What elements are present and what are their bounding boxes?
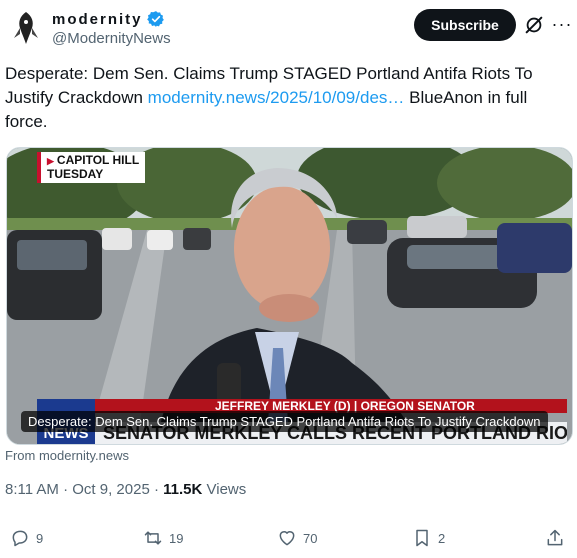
video-media[interactable]: ▶ CAPITOL HILL TUESDAY NEWS JEFFREY MERKL…: [6, 147, 573, 445]
location-line-1: CAPITOL HILL: [56, 153, 140, 167]
repost-count: 19: [169, 530, 184, 546]
reply-button[interactable]: 9: [10, 528, 43, 548]
repost-button[interactable]: 19: [143, 528, 183, 548]
repost-icon: [144, 531, 162, 545]
tweet-text: Desperate: Dem Sen. Claims Trump STAGED …: [5, 62, 565, 134]
share-button[interactable]: [545, 528, 565, 548]
action-bar: 9 19 70 2: [0, 528, 577, 554]
views-count: 11.5K: [163, 481, 203, 498]
views-label: Views: [202, 481, 247, 498]
card-source[interactable]: From modernity.news: [5, 448, 129, 463]
location-tag: ▶ CAPITOL HILL TUESDAY: [37, 152, 146, 183]
display-name[interactable]: modernity: [52, 11, 143, 28]
bookmark-icon: [416, 529, 428, 547]
media-caption: Desperate: Dem Sen. Claims Trump STAGED …: [21, 411, 548, 432]
more-options-icon[interactable]: ···: [552, 12, 572, 36]
bookmark-button[interactable]: 2: [412, 528, 445, 548]
verified-badge-icon: [146, 11, 164, 27]
avatar[interactable]: [6, 8, 46, 48]
author-handle[interactable]: @ModernityNews: [52, 30, 171, 47]
like-button[interactable]: 70: [277, 528, 317, 548]
bookmark-count: 2: [438, 530, 446, 546]
article-link[interactable]: modernity.news/2025/10/09/des…: [148, 88, 405, 107]
heart-icon: [279, 531, 295, 546]
subscribe-button[interactable]: Subscribe: [414, 9, 516, 41]
location-line-2: TUESDAY: [47, 167, 104, 181]
tweet-timestamp[interactable]: 8:11 AM · Oct 9, 2025 ·: [5, 481, 163, 498]
grok-icon[interactable]: [523, 14, 545, 36]
play-arrow-icon: ▶: [47, 156, 54, 166]
share-icon: [547, 529, 563, 546]
author-name-row[interactable]: modernity: [52, 10, 165, 28]
reply-icon: [12, 530, 28, 547]
tweet-meta: 8:11 AM · Oct 9, 2025 · 11.5K Views: [5, 481, 246, 498]
like-count: 70: [303, 530, 318, 546]
reply-count: 9: [36, 530, 44, 546]
tweet-card: modernity @ModernityNews Subscribe ··· D…: [0, 0, 577, 558]
